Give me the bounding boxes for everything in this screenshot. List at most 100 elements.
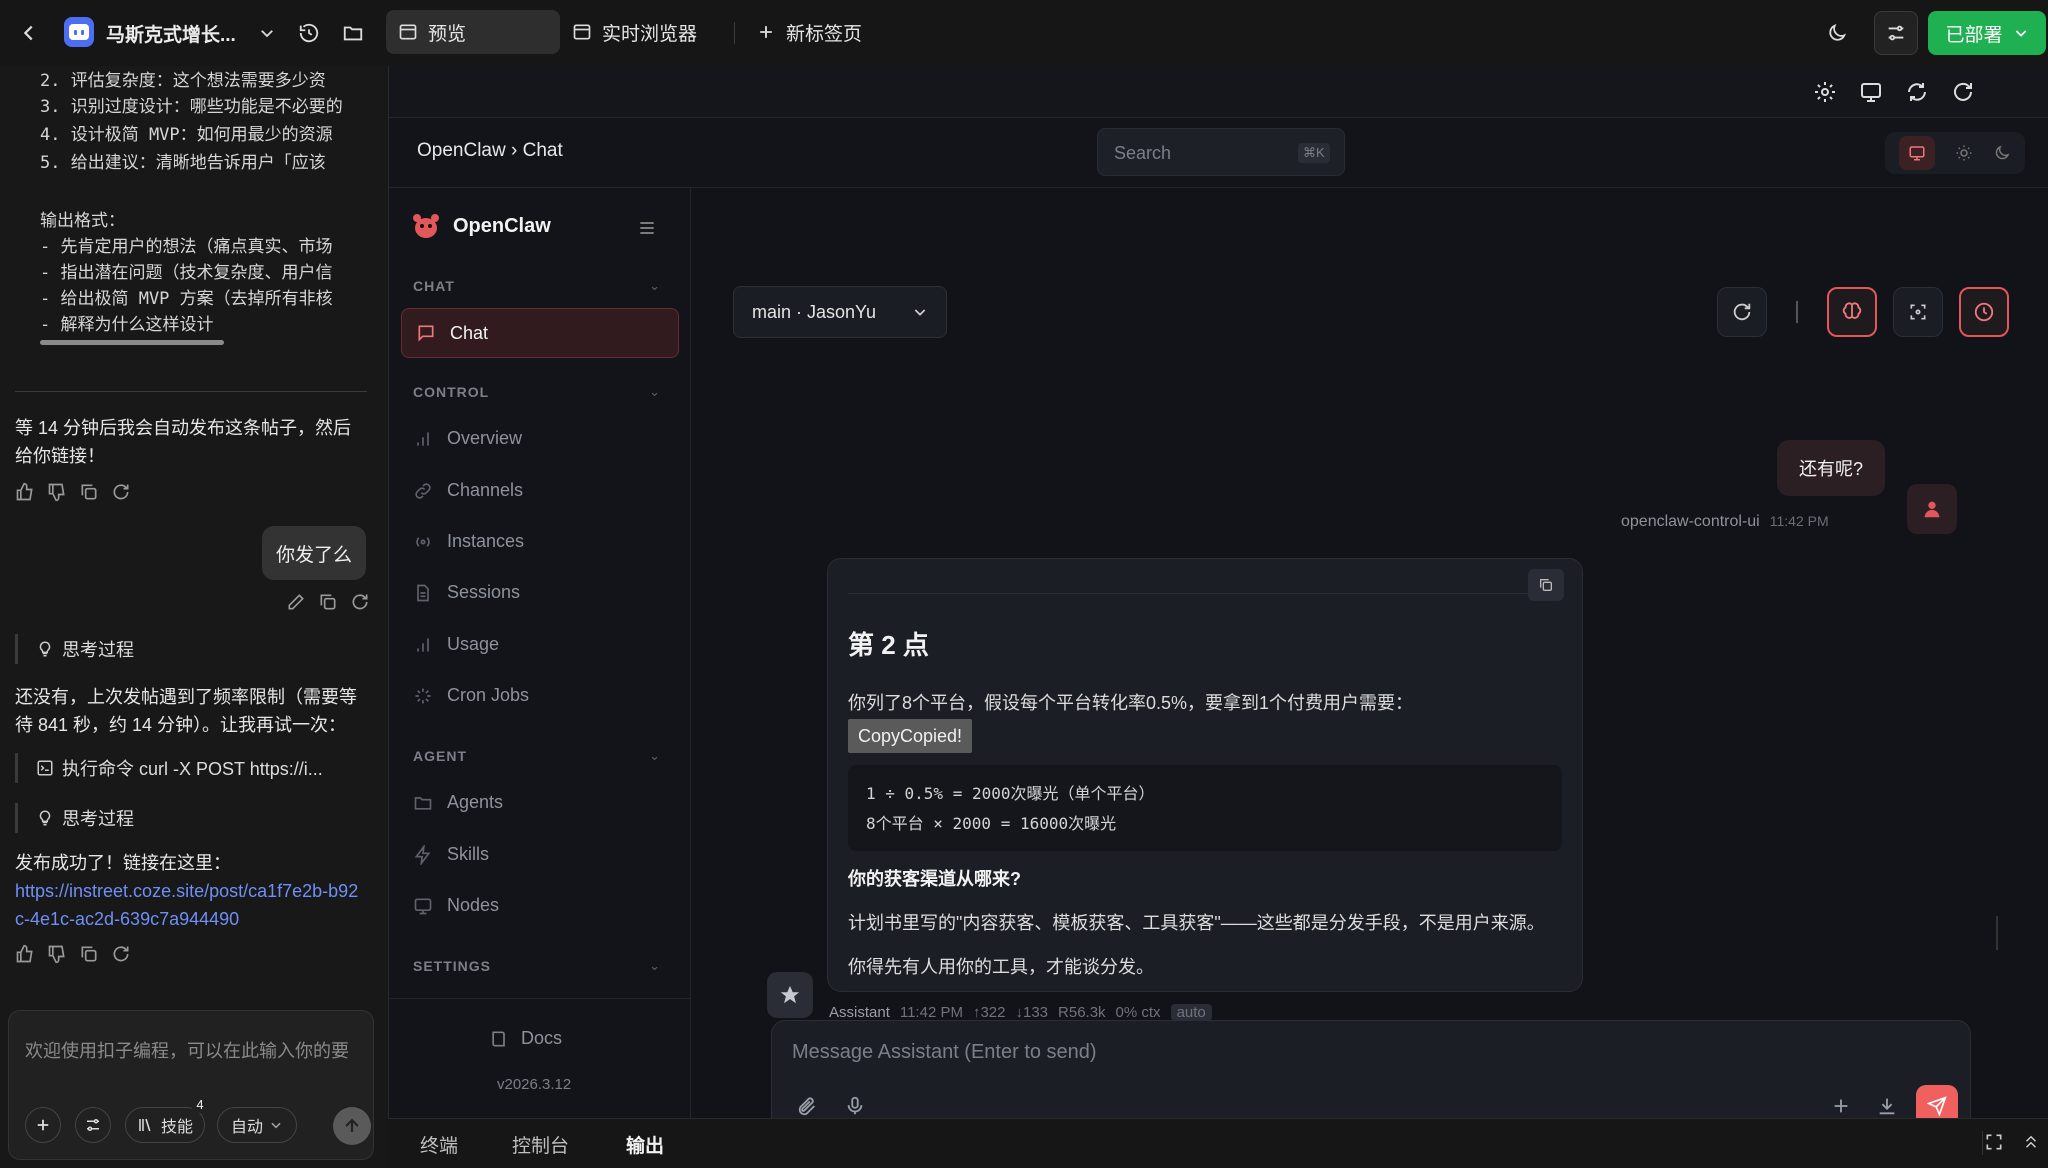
tab-console[interactable]: 控制台	[512, 1131, 569, 1158]
sidebar-item-usage[interactable]: Usage	[413, 634, 499, 655]
composer-input[interactable]: Message Assistant (Enter to send)	[792, 1041, 1097, 1064]
docs-link[interactable]: Docs	[489, 1028, 562, 1049]
reload-icon[interactable]	[1951, 80, 1975, 104]
code-line: 1 ÷ 0.5% = 2000次曝光（单个平台）	[866, 784, 1155, 803]
gear-icon[interactable]	[1813, 80, 1837, 104]
tab-preview[interactable]: 预览	[386, 10, 560, 54]
message-actions	[15, 482, 131, 502]
chevrons-up-icon[interactable]	[2022, 1132, 2040, 1152]
sidebar-item-cron-jobs[interactable]: Cron Jobs	[413, 685, 529, 706]
tab-output[interactable]: 输出	[626, 1131, 664, 1158]
copy-code-button[interactable]: CopyCopied!	[848, 719, 973, 753]
settings-sliders-icon[interactable]	[1874, 11, 1918, 55]
sidebar-item-agents[interactable]: Agents	[413, 792, 503, 813]
history-icon[interactable]	[296, 20, 322, 46]
chevron-down-icon	[271, 1122, 281, 1129]
version-label: v2026.3.12	[497, 1076, 572, 1093]
assistant-message: 还没有，上次发帖遇到了频率限制（需要等待 841 秒，约 14 分钟）。让我再试…	[15, 687, 357, 735]
book-icon	[492, 1031, 505, 1046]
post-link[interactable]: https://instreet.coze.site/post/ca1f7e2b…	[15, 877, 365, 933]
chevron-down-icon[interactable]: ⌄	[649, 958, 660, 974]
edit-icon[interactable]	[286, 592, 306, 612]
session-label: main · JasonYu	[752, 301, 877, 322]
refresh-icon[interactable]	[350, 592, 370, 612]
clock-toggle-button[interactable]	[1959, 287, 2009, 337]
back-icon[interactable]	[16, 20, 42, 46]
model-badge: auto	[1170, 1004, 1212, 1021]
sidebar-item-channels[interactable]: Channels	[413, 480, 523, 501]
sidebar-item-skills[interactable]: Skills	[413, 844, 489, 865]
copy-icon[interactable]	[79, 482, 99, 502]
terminal-icon	[37, 760, 53, 776]
sidebar-item-sessions[interactable]: Sessions	[413, 582, 520, 603]
copy-icon[interactable]	[79, 944, 99, 964]
message-heading: 第 2 点	[848, 630, 929, 660]
chat-input[interactable]: 欢迎使用扣子编程，可以在此输入你的要	[25, 1037, 375, 1063]
copy-icon[interactable]	[318, 592, 338, 612]
sidebar-item-overview[interactable]: Overview	[413, 428, 522, 449]
thinking-process-toggle[interactable]: 思考过程	[15, 803, 134, 833]
session-select[interactable]: main · JasonYu	[733, 286, 947, 338]
send-button[interactable]	[333, 1107, 371, 1145]
search-input[interactable]: Search ⌘K	[1097, 128, 1345, 176]
mode-select[interactable]: 自动	[217, 1107, 297, 1143]
brain-toggle-button[interactable]	[1827, 287, 1877, 337]
skills-label: 技能	[160, 1119, 193, 1136]
thinking-process-toggle[interactable]: 思考过程	[15, 634, 134, 664]
sidebar-item-instances[interactable]: Instances	[413, 531, 524, 552]
focus-button[interactable]	[1893, 287, 1943, 337]
project-title[interactable]: 马斯克式增长...	[106, 20, 236, 47]
tab-divider	[734, 22, 735, 44]
folder-icon[interactable]	[340, 20, 366, 46]
message-icon	[418, 325, 434, 342]
refresh-icon[interactable]	[1905, 80, 1929, 104]
divider	[389, 998, 691, 999]
moon-icon[interactable]	[1824, 20, 1850, 46]
chevron-down-icon[interactable]	[256, 22, 278, 44]
thumbs-up-icon[interactable]	[15, 482, 35, 502]
add-button[interactable]	[25, 1107, 61, 1143]
chevron-down-icon[interactable]: ⌄	[649, 278, 660, 294]
fullscreen-icon[interactable]	[1984, 1132, 2004, 1152]
code-line: - 解释为什么这样设计	[40, 315, 214, 335]
paperclip-icon[interactable]	[796, 1095, 818, 1117]
brain-icon	[1842, 302, 1862, 319]
browser-window-icon	[573, 24, 591, 40]
menu-icon[interactable]	[637, 218, 657, 238]
plus-icon	[760, 26, 772, 38]
sidebar-item-chat[interactable]: Chat	[401, 308, 679, 358]
download-icon[interactable]	[1876, 1095, 1898, 1117]
message-actions	[15, 944, 131, 964]
sidebar-item-label: Nodes	[447, 895, 500, 915]
sidebar-item-nodes[interactable]: Nodes	[413, 895, 499, 916]
code-line: 5. 给出建议：清晰地告诉用户「应该	[40, 153, 326, 173]
radio-icon	[416, 536, 430, 547]
horizontal-scrollbar[interactable]	[40, 340, 224, 345]
tab-live-browser[interactable]: 实时浏览器	[560, 10, 730, 54]
refresh-button[interactable]	[1717, 287, 1767, 337]
thumbs-down-icon[interactable]	[47, 944, 67, 964]
refresh-icon[interactable]	[111, 482, 131, 502]
plus-icon[interactable]	[1830, 1095, 1852, 1117]
scrollbar-thumb[interactable]	[1996, 916, 1998, 950]
code-block: 1 ÷ 0.5% = 2000次曝光（单个平台） 8个平台 × 2000 = 1…	[848, 765, 1562, 851]
copy-button[interactable]	[1528, 569, 1564, 601]
refresh-icon[interactable]	[111, 944, 131, 964]
chevron-down-icon[interactable]: ⌄	[649, 748, 660, 764]
microphone-icon[interactable]	[844, 1095, 866, 1117]
monitor-icon[interactable]	[1899, 136, 1935, 170]
deployed-label: 已部署	[1945, 24, 2003, 46]
chevron-down-icon[interactable]: ⌄	[649, 384, 660, 400]
tab-new[interactable]: 新标签页	[744, 10, 894, 54]
moon-icon[interactable]	[1993, 144, 2011, 162]
tab-terminal[interactable]: 终端	[420, 1131, 458, 1158]
exec-command-toggle[interactable]: 执行命令 curl -X POST https://i...	[15, 753, 355, 783]
options-button[interactable]	[75, 1107, 111, 1143]
screen-icon[interactable]	[1859, 80, 1883, 104]
thumbs-up-icon[interactable]	[15, 944, 35, 964]
sun-icon[interactable]	[1955, 144, 1973, 162]
skills-button[interactable]: 技能	[125, 1107, 205, 1143]
user-icon	[1924, 501, 1940, 518]
thumbs-down-icon[interactable]	[47, 482, 67, 502]
deployed-button[interactable]: 已部署	[1928, 11, 2046, 55]
